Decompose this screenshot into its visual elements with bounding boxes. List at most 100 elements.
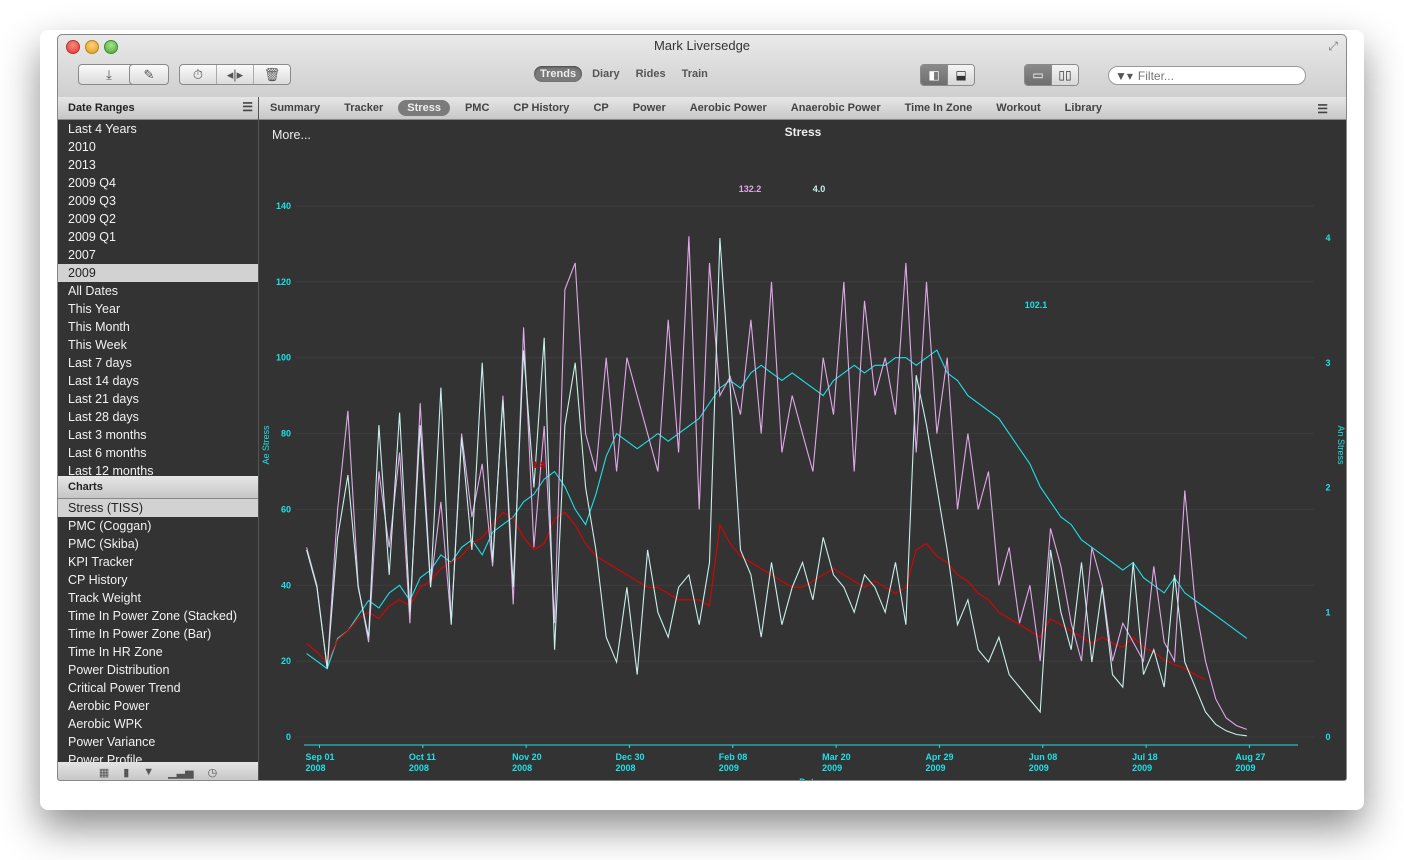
charts-list[interactable]: Stress (TISS) PMC (Coggan) PMC (Skiba) KPI … [58,499,258,762]
more-link[interactable]: More... [272,128,311,142]
filter-input[interactable] [1135,67,1290,84]
date-range-item[interactable]: Last 21 days [58,390,258,408]
date-range-item[interactable]: Last 6 months [58,444,258,462]
x-tick-label: Jun 08 [1029,752,1058,762]
mode-diary[interactable]: Diary [586,66,626,82]
filter-field[interactable]: ▼▾ [1108,66,1306,85]
date-range-item[interactable]: All Dates [58,282,258,300]
tab-tracker[interactable]: Tracker [335,100,392,116]
chart-item[interactable]: PMC (Coggan) [58,517,258,535]
date-range-item[interactable]: 2009 Q3 [58,192,258,210]
stopwatch-button[interactable]: ⏱ [180,65,217,84]
date-ranges-menu-icon[interactable]: ☰ [242,100,253,114]
series-line-2 [306,236,1247,730]
x-tick-year: 2009 [1029,763,1049,773]
chart-item[interactable]: Time In Power Zone (Stacked) [58,607,258,625]
bookmark-icon[interactable]: ▮ [123,766,129,779]
mode-train[interactable]: Train [676,66,714,82]
chart-item[interactable]: Stress (TISS) [58,499,258,517]
chart-item[interactable]: KPI Tracker [58,553,258,571]
filter-icon[interactable]: ▼ [143,766,154,778]
mode-trends[interactable]: Trends [534,66,583,82]
delete-button[interactable]: 🗑 [254,65,290,84]
tab-aerobic-power[interactable]: Aerobic Power [681,100,776,116]
tabs-menu-icon[interactable]: ☰ [1308,100,1337,118]
y-tick-label: 120 [276,277,291,287]
tab-anaerobic-power[interactable]: Anaerobic Power [782,100,890,116]
date-range-item[interactable]: 2009 [58,264,258,282]
y2-tick-label: 4 [1325,233,1330,243]
date-range-item[interactable]: 2009 Q4 [58,174,258,192]
chart-item[interactable]: Power Profile [58,751,258,762]
date-ranges-title: Date Ranges [68,102,135,114]
x-tick-year: 2009 [822,763,842,773]
fullscreen-icon[interactable]: ⤢ [1328,39,1338,54]
date-ranges-header: Date Ranges ☰ [58,97,258,120]
chart-item[interactable]: Aerobic WPK [58,715,258,733]
date-range-item[interactable]: This Week [58,336,258,354]
y-tick-label: 40 [281,580,291,590]
x-tick-year: 2008 [615,763,635,773]
chart-item[interactable]: PMC (Skiba) [58,535,258,553]
tab-power[interactable]: Power [624,100,675,116]
date-range-item[interactable]: Last 4 Years [58,120,258,138]
peak-label: 4.0 [813,184,826,194]
date-range-item[interactable]: Last 14 days [58,372,258,390]
date-range-item[interactable]: Last 12 months [58,462,258,476]
x-tick-label: Sep 01 [305,752,334,762]
stopwatch-icon[interactable]: ◷ [208,766,218,779]
chart-item[interactable]: Power Variance [58,733,258,751]
tab-cp[interactable]: CP [584,100,617,116]
chart-tabs: Summary Tracker Stress PMC CP History CP Power… [259,97,1346,120]
date-range-item[interactable]: This Year [58,300,258,318]
peak-label: 102.1 [1025,300,1048,310]
stress-chart: More... Stress 0 20 40 60 80 100 120 140 0 1 2 3 4 Ae S… [261,125,1346,780]
edit-button[interactable]: ✎ [129,64,169,85]
x-tick-label: Jul 18 [1132,752,1158,762]
chart-item[interactable]: Time In Power Zone (Bar) [58,625,258,643]
y2-tick-label: 1 [1325,607,1330,617]
tab-library[interactable]: Library [1056,100,1111,116]
chart-item[interactable]: Aerobic Power [58,697,258,715]
chart-item[interactable]: Time In HR Zone [58,643,258,661]
split-button[interactable]: ◂|▸ [217,65,254,84]
chart-item[interactable]: Track Weight [58,589,258,607]
date-range-item[interactable]: 2009 Q1 [58,228,258,246]
toggle-bottom-button[interactable]: ⬓ [947,65,974,85]
tab-workout[interactable]: Workout [987,100,1049,116]
date-range-item[interactable]: 2007 [58,246,258,264]
mode-rides[interactable]: Rides [630,66,672,82]
series-line-1 [306,511,1206,681]
x-tick-label: Oct 11 [409,752,436,762]
tile-layout-button[interactable]: ▯▯ [1051,65,1078,85]
date-range-item[interactable]: 2009 Q2 [58,210,258,228]
date-range-item[interactable]: Last 7 days [58,354,258,372]
edit-icon: ✎ [143,66,155,82]
layout-toggle-group: ▭ ▯▯ [1024,64,1079,86]
window-title: Mark Liversedge [653,38,751,53]
x-tick-year: 2009 [1132,763,1152,773]
y-tick-label: 0 [286,732,291,742]
tab-summary[interactable]: Summary [261,100,329,116]
chart-item[interactable]: CP History [58,571,258,589]
date-range-item[interactable]: Last 3 months [58,426,258,444]
x-tick-year: 2008 [305,763,325,773]
date-range-item[interactable]: 2013 [58,156,258,174]
x-tick-label: Feb 08 [719,752,748,762]
chart-item[interactable]: Power Distribution [58,661,258,679]
date-range-item[interactable]: Last 28 days [58,408,258,426]
tab-layout-button[interactable]: ▭ [1025,65,1051,85]
chart-bars-icon[interactable]: ▁▃▅ [168,766,193,779]
date-ranges-list[interactable]: Last 4 Years 2010 2013 2009 Q4 2009 Q3 2009 Q… [58,120,258,476]
tab-stress[interactable]: Stress [398,100,450,116]
date-range-item[interactable]: This Month [58,318,258,336]
y-tick-label: 80 [281,429,291,439]
chart-item[interactable]: Critical Power Trend [58,679,258,697]
date-range-item[interactable]: 2010 [58,138,258,156]
toggle-sidebar-button[interactable]: ◧ [921,65,947,85]
x-tick-label: Mar 20 [822,752,851,762]
tab-time-in-zone[interactable]: Time In Zone [896,100,982,116]
tab-cp-history[interactable]: CP History [504,100,578,116]
tab-pmc[interactable]: PMC [456,100,498,116]
calendar-icon[interactable]: ▦ [99,766,109,779]
